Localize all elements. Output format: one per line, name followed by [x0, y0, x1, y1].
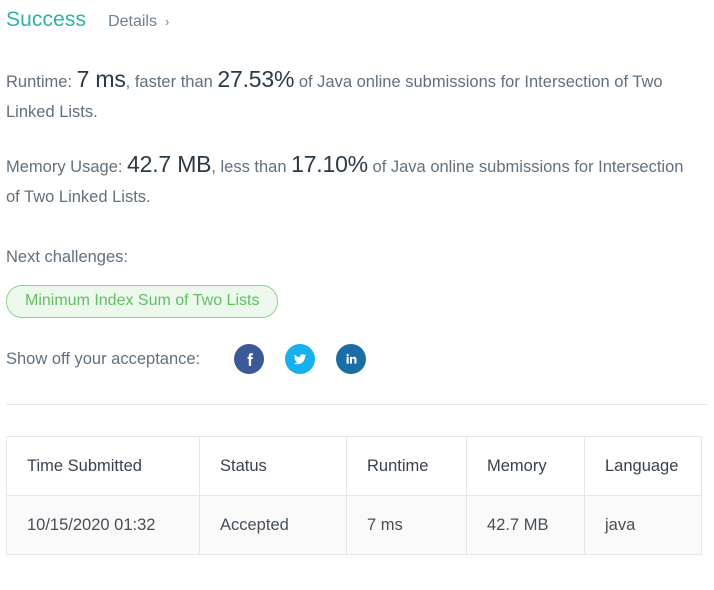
- next-challenges-label: Next challenges:: [6, 248, 128, 266]
- cell-runtime: 7 ms: [346, 495, 467, 555]
- cell-time-submitted: 10/15/2020 01:32: [6, 495, 200, 555]
- runtime-percentile: 27.53%: [217, 66, 295, 92]
- runtime-label: Runtime:: [6, 73, 73, 91]
- linkedin-share-button[interactable]: [336, 344, 367, 374]
- submissions-table: Time Submitted Status Runtime Memory Lan…: [6, 436, 702, 555]
- runtime-stat: Runtime: 7 ms, faster than 27.53% of Jav…: [0, 64, 714, 127]
- memory-percentile: 17.10%: [291, 151, 368, 177]
- cell-status[interactable]: Accepted: [199, 495, 347, 555]
- table-header-row: Time Submitted Status Runtime Memory Lan…: [6, 436, 702, 496]
- details-link[interactable]: Details ›: [108, 13, 169, 31]
- facebook-share-button[interactable]: [234, 344, 265, 374]
- page-title: Success: [6, 8, 87, 31]
- memory-stat: Memory Usage: 42.7 MB, less than 17.10% …: [0, 149, 714, 212]
- share-row: Show off your acceptance:: [0, 344, 714, 374]
- twitter-icon: [294, 354, 307, 365]
- details-link-label: Details: [108, 13, 157, 30]
- cell-language: java: [584, 495, 702, 555]
- cell-memory: 42.7 MB: [466, 495, 585, 555]
- column-header-status[interactable]: Status: [199, 436, 347, 496]
- social-icon-group: [234, 344, 367, 374]
- twitter-share-button[interactable]: [285, 344, 316, 374]
- runtime-value: 7 ms: [76, 66, 126, 92]
- memory-label: Memory Usage:: [6, 158, 123, 176]
- share-label: Show off your acceptance:: [6, 349, 201, 368]
- next-challenges-list: Minimum Index Sum of Two Lists: [0, 285, 714, 318]
- memory-value: 42.7 MB: [127, 151, 212, 177]
- submissions-table-wrapper: Time Submitted Status Runtime Memory Lan…: [6, 436, 702, 555]
- column-header-language[interactable]: Language: [584, 436, 702, 496]
- chevron-right-icon: ›: [164, 14, 170, 29]
- linkedin-icon: [346, 353, 357, 364]
- table-row[interactable]: 10/15/2020 01:32 Accepted 7 ms 42.7 MB j…: [6, 495, 702, 555]
- runtime-comparator: , faster than: [125, 73, 213, 91]
- next-challenge-pill[interactable]: Minimum Index Sum of Two Lists: [6, 285, 279, 318]
- memory-comparator: , less than: [211, 158, 287, 176]
- section-divider: [6, 404, 708, 405]
- column-header-runtime[interactable]: Runtime: [346, 436, 467, 496]
- column-header-memory[interactable]: Memory: [466, 436, 585, 496]
- result-header: Success Details ›: [0, 0, 714, 46]
- column-header-time-submitted[interactable]: Time Submitted: [6, 436, 200, 496]
- facebook-icon: [247, 352, 253, 366]
- submission-result-panel: Success Details › Runtime: 7 ms, faster …: [0, 0, 714, 555]
